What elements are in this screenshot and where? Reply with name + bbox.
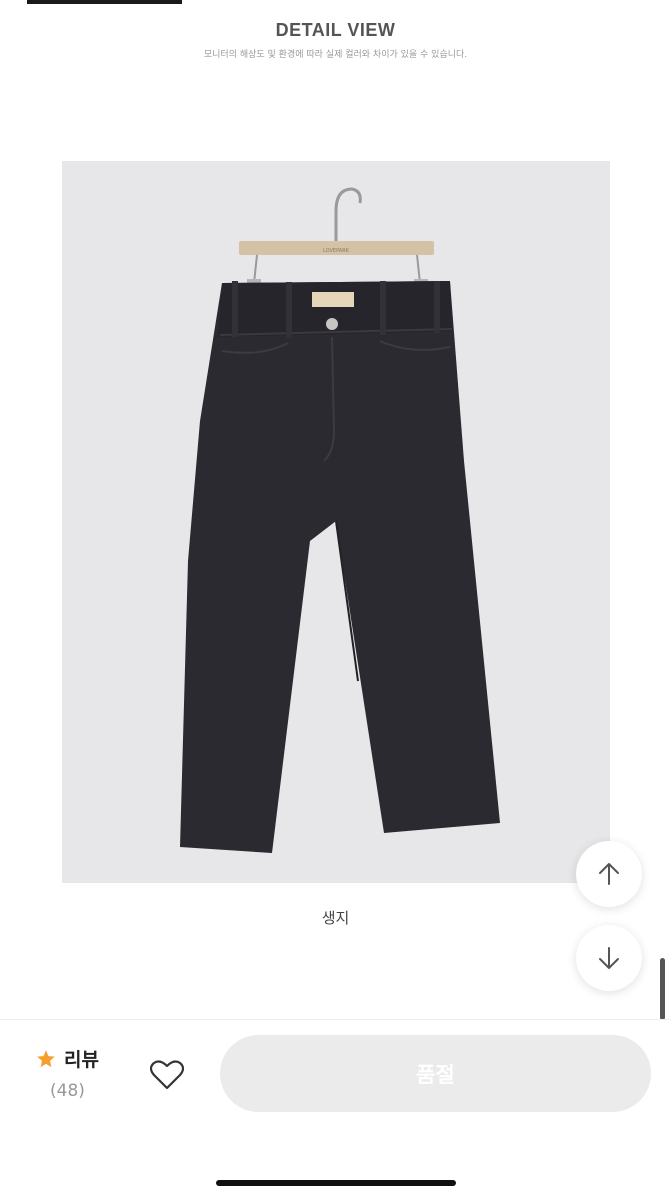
sold-out-button[interactable]: 품절 (220, 1035, 651, 1112)
review-count: (48) (50, 1081, 85, 1101)
bottom-action-bar: 리뷰 (48) 품절 (0, 1019, 671, 1200)
arrow-up-icon (599, 863, 619, 885)
home-indicator (216, 1180, 456, 1186)
product-detail-screen: DETAIL VIEW 모니터의 해상도 및 환경에 따라 실제 컬러와 차이가… (0, 0, 671, 1200)
top-progress-indicator (27, 0, 182, 4)
wishlist-button[interactable] (148, 1056, 186, 1094)
scroll-to-top-button[interactable] (576, 841, 642, 907)
arrow-down-icon (599, 947, 619, 969)
scroll-to-bottom-button[interactable] (576, 925, 642, 991)
star-icon (37, 1049, 55, 1067)
review-summary[interactable]: 리뷰 (48) (36, 1045, 126, 1101)
photo-caption: 생지 (321, 909, 350, 927)
product-photo: LOVEPARK (62, 161, 610, 883)
heart-icon (150, 1060, 184, 1090)
section-subtitle: 모니터의 해상도 및 환경에 따라 실제 컬러와 차이가 있을 수 있습니다. (203, 50, 468, 60)
review-label: 리뷰 (64, 1049, 99, 1071)
section-title: DETAIL VIEW (275, 20, 396, 40)
scrollbar-thumb[interactable] (660, 958, 665, 1020)
svg-text:LOVEPARK: LOVEPARK (323, 248, 350, 254)
